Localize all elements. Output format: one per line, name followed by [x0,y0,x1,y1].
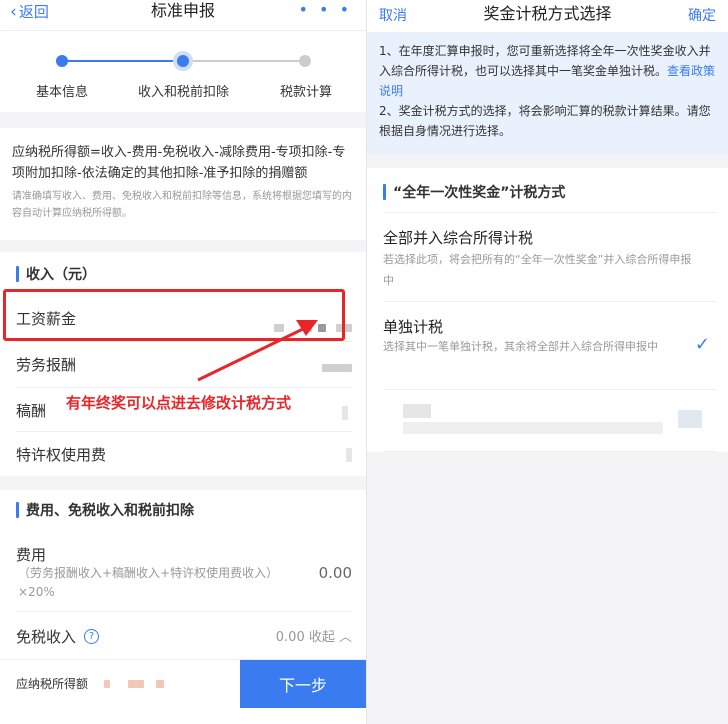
option-separate-title: 单独计税 [383,318,444,336]
section-marker [383,184,386,200]
option-separate-desc: 选择其中一笔单独计税，其余将全部并入综合所得申报中 [383,340,658,353]
divider [0,476,366,490]
notice-box: 1、在年度汇算申报时，您可重新选择将全年一次性奖金收入并入综合所得计税，也可以选… [367,32,728,154]
fee-value: 0.00 [318,564,352,582]
confirm-button[interactable]: 确定 [688,5,716,25]
section-marker [16,502,19,518]
tax-free-label-wrap: 免税收入 ? [16,626,100,647]
bonus-section-label: “全年一次性奖金”计税方式 [393,185,566,201]
notice-line-2: 2、奖金计税方式的选择，将会影响汇算的税款计算结果。请您根据自身情况进行选择。 [379,104,711,138]
empty-area [367,452,728,724]
annotation-text: 有年终奖可以点进去修改计税方式 [66,394,292,412]
bonus-section-title: “全年一次性奖金”计税方式 [383,182,565,202]
check-icon: ✓ [694,334,710,355]
left-screen: ‹ 返回 标准申报 • • • 基本信息 收入和税前扣除 税款计算 应纳税所得额… [0,0,366,724]
bonus-record-row[interactable] [383,390,716,452]
option-separate[interactable]: 单独计税 选择其中一笔单独计税，其余将全部并入综合所得申报中 ✓ [383,302,716,390]
option-merge-title: 全部并入综合所得计税 [383,229,534,247]
redacted-value [104,680,110,688]
redacted-value [156,680,164,688]
next-step-button[interactable]: 下一步 [240,660,366,708]
divider [367,154,728,168]
redacted-value [128,680,144,688]
fee-formula: （劳务报酬收入+稿酬收入+特许权使用费收入）×20% [18,566,279,599]
notice-line-1: 1、在年度汇算申报时，您可重新选择将全年一次性奖金收入并入综合所得计税，也可以选… [379,44,711,78]
help-icon[interactable]: ? [84,629,100,644]
bonus-page-title: 奖金计税方式选择 [483,4,612,23]
redacted-value [678,410,702,428]
tax-free-label: 免税收入 [16,628,77,646]
right-navbar: 取消 奖金计税方式选择 确定 [367,0,728,32]
tax-free-row[interactable]: 免税收入 ? 0.00 收起 ︿ [16,612,352,658]
tax-free-collapse[interactable]: 0.00 收起 ︿ [276,626,352,645]
deduction-section-title: 费用、免税收入和税前扣除 [16,500,194,520]
deduction-section-label: 费用、免税收入和税前扣除 [26,503,194,519]
fee-row: 费用 （劳务报酬收入+稿酬收入+特许权使用费收入）×20% 0.00 [16,532,352,612]
right-screen: 取消 奖金计税方式选择 确定 1、在年度汇算申报时，您可重新选择将全年一次性奖金… [366,0,728,724]
redacted-value [403,404,431,418]
option-merge-all[interactable]: 全部并入综合所得计税 若选择此项，将会把所有的“全年一次性奖金”并入综合所得申报… [383,212,716,302]
bottom-bar: 应纳税所得额 下一步 [0,659,366,708]
redacted-value [403,422,663,434]
taxable-income-label: 应纳税所得额 [16,677,89,691]
fee-label: 费用 [16,546,47,564]
option-merge-desc: 若选择此项，将会把所有的“全年一次性奖金”并入综合所得申报中 [383,253,692,287]
